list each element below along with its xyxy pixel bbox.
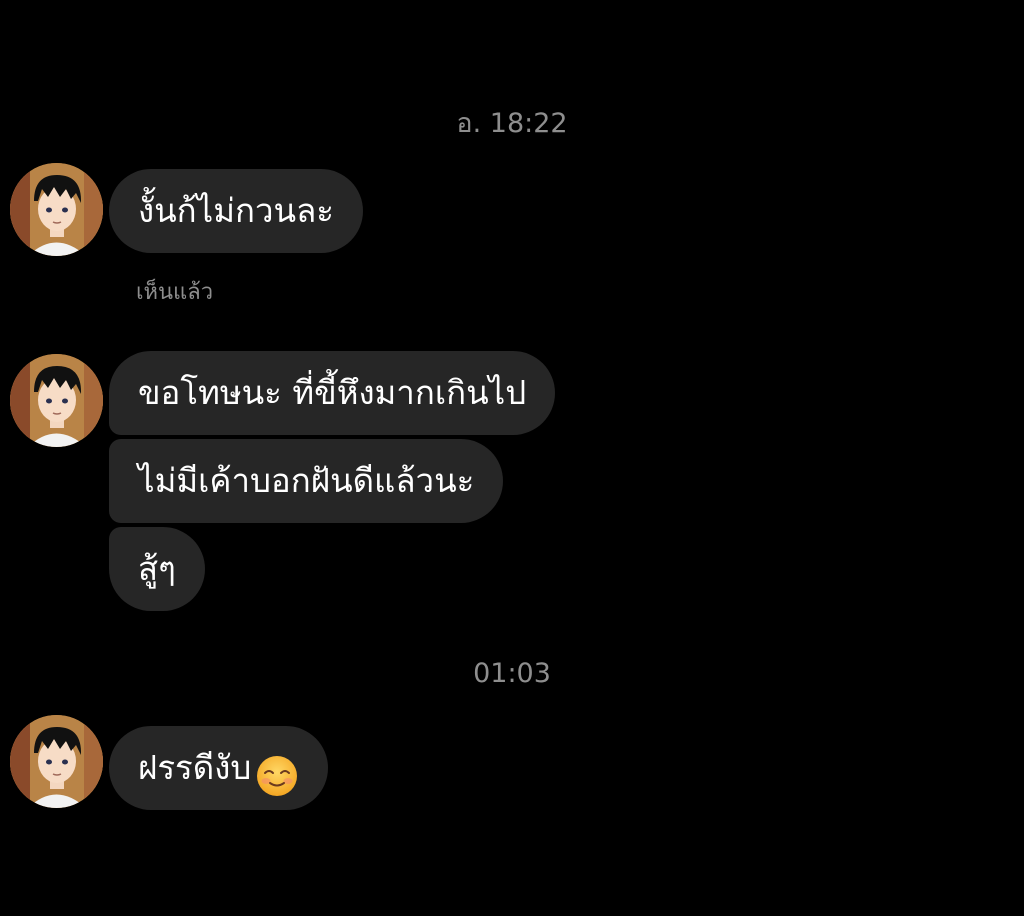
message-bubble[interactable]: สู้ๆ (109, 527, 205, 611)
message-bubble[interactable]: ฝรรดีงับ (109, 726, 329, 810)
smiling-face-icon (255, 745, 299, 796)
message-bubble[interactable]: ไม่มีเค้าบอกฝันดีแล้วนะ (109, 439, 504, 523)
contact-avatar[interactable] (10, 354, 103, 447)
message-text: ฝรรดีงับ (138, 748, 252, 787)
contact-avatar[interactable] (10, 163, 103, 256)
seen-status: เห็นแล้ว (136, 280, 214, 305)
message-bubble[interactable]: ขอโทษนะ ที่ขี้หึงมากเกินไป (109, 351, 556, 435)
timestamp: อ. 18:22 (456, 108, 568, 139)
timestamp: 01:03 (473, 658, 551, 689)
contact-avatar[interactable] (10, 715, 103, 808)
avatar-image (10, 163, 103, 256)
avatar-image (10, 715, 103, 808)
message-bubble[interactable]: งั้นก้ไม่กวนละ (109, 169, 364, 253)
avatar-image (10, 354, 103, 447)
